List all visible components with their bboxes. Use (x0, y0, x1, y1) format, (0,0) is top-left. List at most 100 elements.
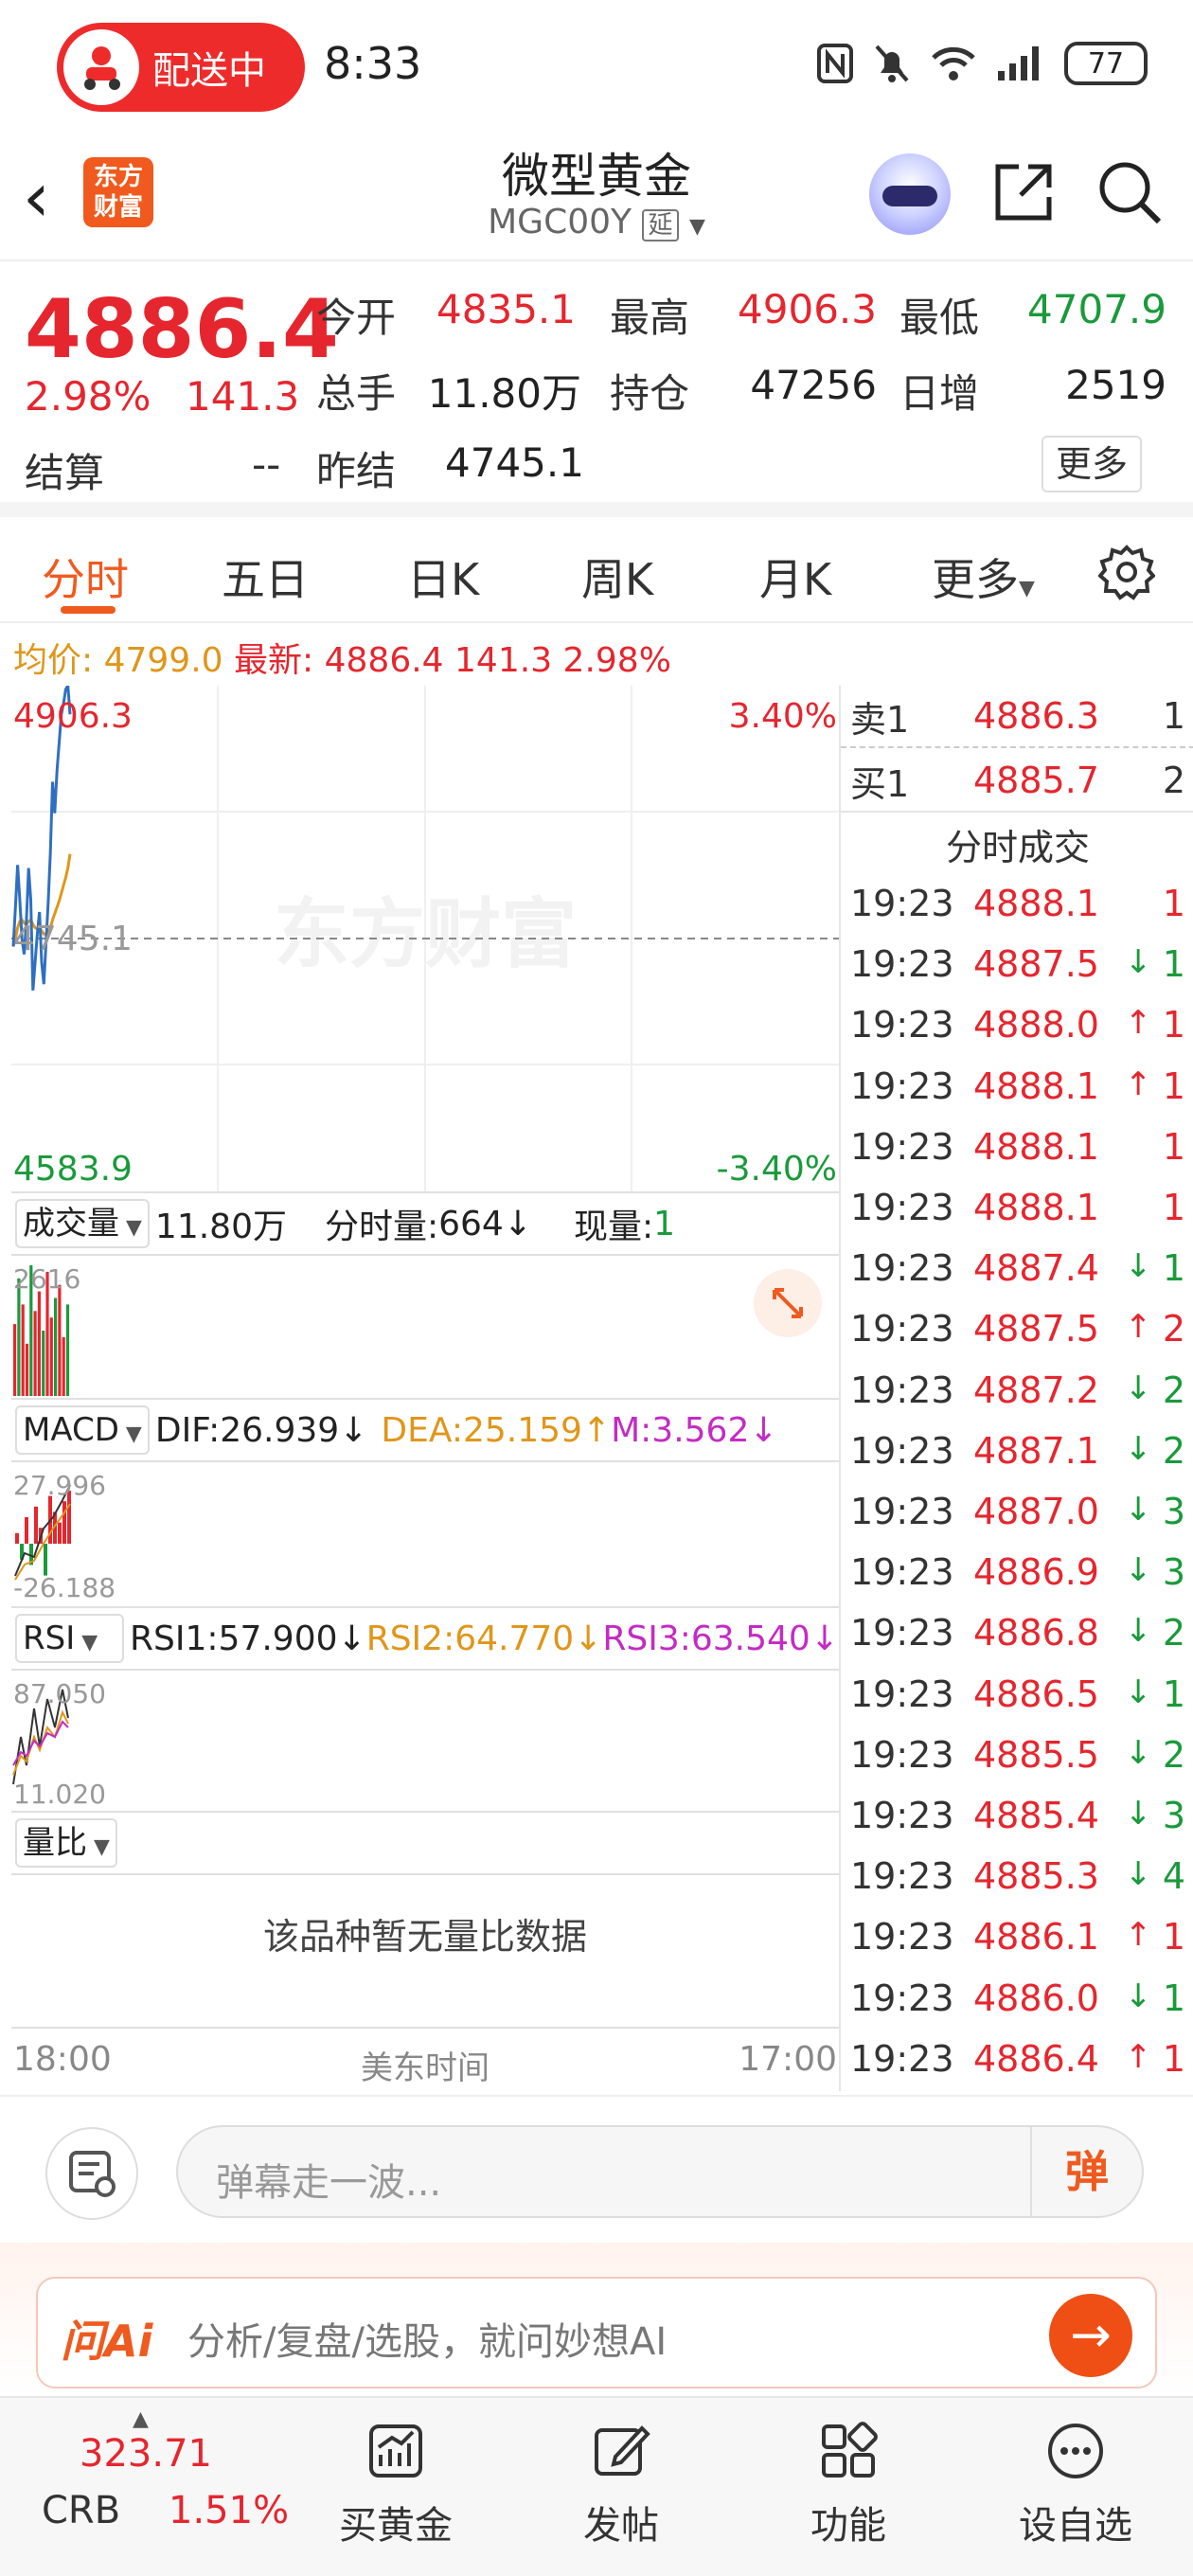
volume-total: 11.80万 (154, 1208, 287, 1246)
nav-buy-gold[interactable]: 买黄金 (311, 2421, 481, 2549)
trade-price: 4886.0 (973, 1977, 1099, 2019)
clock: 8:33 (324, 38, 422, 89)
trade-up-arrow-icon: ↑ (1125, 1064, 1152, 1103)
nav-functions-label: 功能 (810, 2504, 886, 2548)
trade-time: 19:23 (850, 1733, 954, 1776)
nav-functions[interactable]: 功能 (763, 2421, 934, 2549)
change-percent: 2.98% (25, 373, 151, 420)
macd-selector-label: MACD (23, 1411, 119, 1449)
trade-qty: 1 (1162, 943, 1185, 986)
ratio-empty-message: 该品种暂无量比数据 (262, 1916, 587, 1958)
gear-icon[interactable] (1098, 544, 1155, 600)
open-interest-value: 47256 (750, 362, 877, 408)
danmu-input[interactable]: 弹幕走一波... 弹 (176, 2125, 1144, 2218)
ask-ai-bar[interactable]: 问Ai 分析/复盘/选股，就问妙想AI → (36, 2277, 1157, 2388)
trade-time: 19:23 (850, 1429, 954, 1472)
buy-qty: 2 (1162, 760, 1185, 801)
trade-price: 4886.1 (973, 1916, 1099, 1959)
nav-add-watchlist[interactable]: 设自选 (990, 2421, 1161, 2549)
open-value: 4835.1 (436, 286, 576, 332)
apps-grid-icon (822, 2422, 878, 2478)
avg-price-value: 4799.0 (103, 641, 223, 680)
tab-daily-k[interactable]: 日K (407, 546, 479, 608)
trade-price: 4888.1 (973, 883, 1099, 924)
tab-monthly-k[interactable]: 月K (759, 546, 831, 608)
ratio-selector[interactable]: 量比 ▼ (15, 1818, 117, 1868)
order-book-buy: 买1 4885.7 2 (841, 750, 1193, 813)
ai-robot-avatar[interactable] (869, 153, 951, 235)
battery-indicator: 77 (1064, 42, 1148, 85)
ask-ai-arrow-icon[interactable]: → (1049, 2294, 1132, 2377)
delivery-status-pill[interactable]: 配送中 (57, 23, 305, 112)
more-button[interactable]: 更多 (1042, 436, 1142, 492)
nav-buy-gold-label: 买黄金 (339, 2504, 453, 2548)
trade-down-arrow-icon: ↓ (1125, 1855, 1152, 1894)
y-max-label: 4906.3 (13, 697, 133, 736)
more-dots-icon (1048, 2424, 1103, 2478)
ticker-percent: 1.51% (169, 2489, 290, 2532)
trade-up-arrow-icon: ↑ (1125, 1916, 1152, 1955)
intraday-price-chart[interactable]: 东方财富 4906.3 4745.1 4583.9 3.40% -3.40% (11, 686, 839, 1191)
trade-time: 19:23 (850, 1795, 954, 1836)
trade-time: 19:23 (850, 1004, 954, 1046)
rsi-panel-header: RSI ▼ RSI1:57.900 ↓ RSI2:64.770 ↓ RSI3:63.… (11, 1606, 839, 1671)
macd-selector[interactable]: MACD ▼ (15, 1405, 150, 1455)
trade-price: 4886.4 (973, 2037, 1099, 2080)
tab-five-day[interactable]: 五日 (222, 546, 309, 608)
buy-label: 买1 (850, 762, 910, 805)
code-label: MGC00Y (488, 203, 632, 242)
watermark: 东方财富 (274, 890, 577, 978)
rsi3-value: RSI3:63.540 (602, 1619, 810, 1658)
volume-bar (17, 1278, 21, 1396)
crb-ticker[interactable]: ▲ 323.71 CRB 1.51% (0, 2398, 289, 2576)
nav-post[interactable]: 发帖 (536, 2421, 706, 2549)
volume-bar (13, 1324, 17, 1396)
trade-price: 4886.8 (973, 1612, 1099, 1655)
tab-more-label: 更多 (932, 554, 1019, 605)
danmu-toggle-button[interactable]: 弹 (1030, 2127, 1142, 2216)
tab-weekly-k[interactable]: 周K (581, 546, 653, 608)
volume-selector-label: 成交量 (23, 1205, 119, 1243)
trade-qty: 1 (1162, 1247, 1185, 1290)
low-value: 4707.9 (1027, 286, 1166, 332)
tab-intraday[interactable]: 分时 (42, 546, 129, 608)
latest-change: 141.3 (454, 641, 553, 680)
trade-row: 19:23 4885.3 ↓ 4 (841, 1848, 1193, 1908)
dif-down-icon: ↓ (339, 1410, 368, 1450)
ticker-up-icon: ▲ (133, 2407, 149, 2431)
m-down-icon: ↓ (749, 1410, 778, 1450)
minute-volume-down-icon: ↓ (503, 1204, 533, 1243)
rsi2-down-icon: ↓ (574, 1619, 603, 1658)
sell-price: 4886.3 (973, 695, 1099, 737)
rsi-selector[interactable]: RSI ▼ (15, 1614, 125, 1663)
volume-selector[interactable]: 成交量 ▼ (15, 1199, 150, 1248)
quote-panel: 4886.4 2.98% 141.3 结算 -- 今开 4835.1 最高 49… (0, 263, 1193, 517)
macd-bar (34, 1506, 38, 1544)
trade-qty: 1 (1162, 1125, 1185, 1168)
chart-area[interactable]: 东方财富 4906.3 4745.1 4583.9 3.40% -3.40% 成… (11, 686, 839, 2091)
volume-bar (42, 1331, 45, 1396)
share-icon[interactable] (990, 159, 1057, 225)
macd-dea: DEA:25.159 (381, 1410, 582, 1450)
volume-bar (49, 1317, 53, 1396)
macd-panel-header: MACD ▼ DIF:26.939 ↓ DEA:25.159 ↑ M:3.562 ↓ (11, 1398, 839, 1462)
rsi-chart: 87.050 11.020 (12, 1678, 106, 1810)
trade-down-arrow-icon: ↓ (1125, 1368, 1152, 1407)
tab-more[interactable]: 更多▼ (932, 546, 1035, 608)
y-min-label: 4583.9 (13, 1150, 133, 1189)
trade-row: 19:23 4885.5 ↓ 2 (841, 1726, 1193, 1787)
trade-list-panel[interactable]: 卖1 4886.3 1 买1 4885.7 2 分时成交 19:23 4888.1… (839, 686, 1193, 2091)
system-icons: 77 (816, 42, 1148, 85)
search-icon[interactable] (1095, 157, 1165, 227)
rsi-selector-label: RSI (23, 1619, 76, 1657)
trade-row: 19:23 4887.5 ↑ 2 (841, 1300, 1193, 1361)
volume-bar (65, 1304, 70, 1396)
comment-settings-button[interactable] (45, 2127, 138, 2220)
trade-time: 19:23 (850, 1673, 954, 1715)
ticker-value: 323.71 (80, 2432, 212, 2476)
avg-price-label: 均价: (13, 641, 94, 680)
prev-settle-value: 4745.1 (445, 439, 584, 486)
trade-row: 19:23 4886.0 ↓ 1 (841, 1970, 1193, 2030)
trade-time: 19:23 (850, 1977, 954, 2019)
y-mid-label: 4745.1 (13, 920, 133, 958)
